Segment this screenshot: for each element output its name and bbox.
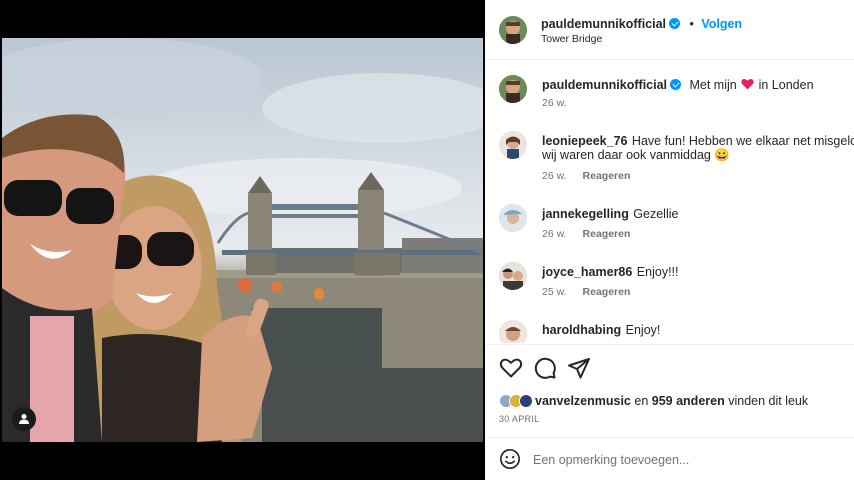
comment-composer (485, 437, 854, 480)
comment-username[interactable]: jannekegelling (542, 207, 629, 221)
reply-button[interactable]: Reageren (583, 170, 631, 182)
follow-button[interactable]: Volgen (701, 17, 742, 31)
header-title-row: pauldemunnikofficial • Volgen (541, 15, 742, 33)
comment-text-line2: wij waren daar ook vanmiddag 😀 (542, 148, 730, 162)
verified-icon (670, 79, 682, 90)
comment-text: Enjoy!!! (636, 265, 679, 279)
comment-button[interactable] (533, 356, 557, 380)
verified-icon (669, 18, 681, 29)
post-actions-bar (485, 344, 854, 390)
likes-count[interactable]: 959 anderen (652, 394, 725, 408)
comment-text: Enjoy! (625, 323, 661, 337)
comment-username[interactable]: joyce_hamer86 (542, 265, 632, 279)
heart-icon (499, 358, 523, 378)
commenter-avatar[interactable] (499, 131, 527, 159)
commenter-avatar[interactable] (499, 320, 527, 343)
author-avatar[interactable] (499, 75, 527, 103)
comment-text: Gezellie (633, 207, 679, 221)
caption-username[interactable]: pauldemunnikofficial (542, 78, 667, 92)
comment-meta: 26 w. Reageren (542, 228, 630, 240)
comment-time: 26 w. (542, 228, 567, 240)
share-button[interactable] (567, 356, 591, 380)
comment-username[interactable]: haroldhabing (542, 323, 621, 337)
caption-text-end: in Londen (758, 78, 814, 92)
tag-user-icon (19, 414, 29, 424)
location-link[interactable]: Tower Bridge (541, 33, 602, 45)
reply-button[interactable]: Reageren (583, 286, 631, 298)
likes-summary: vanvelzenmusic en 959 anderen vinden dit… (535, 394, 808, 408)
comments-list[interactable]: pauldemunnikofficial Met mijn in Londen … (485, 61, 854, 343)
comment-username[interactable]: leoniepeek_76 (542, 134, 627, 148)
caption-time: 26 w. (542, 97, 567, 109)
author-username[interactable]: pauldemunnikofficial (541, 17, 666, 31)
post-media[interactable] (0, 0, 485, 480)
tag-user-button[interactable] (12, 407, 36, 431)
post-details-panel: pauldemunnikofficial • Volgen Tower Brid… (485, 0, 854, 480)
likes-suffix: vinden dit leuk (728, 394, 809, 408)
comment-input[interactable] (533, 450, 833, 470)
comment-meta: 26 w. Reageren (542, 170, 630, 182)
comment-text: Have fun! Hebben we elkaar net misgelope… (631, 134, 854, 148)
post-date: 30 APRIL (499, 414, 540, 424)
likes-joiner: en (634, 394, 649, 408)
post-header: pauldemunnikofficial • Volgen Tower Brid… (485, 0, 854, 60)
comment-icon (534, 357, 556, 379)
commenter-avatar[interactable] (499, 262, 527, 290)
post-photo (2, 38, 483, 442)
reply-button[interactable]: Reageren (583, 228, 631, 240)
comment-meta: 25 w. Reageren (542, 286, 630, 298)
tower-bridge-selfie-image (2, 38, 483, 442)
emoji-icon (500, 449, 520, 469)
comment-time: 26 w. (542, 170, 567, 182)
liker-username[interactable]: vanvelzenmusic (535, 394, 631, 408)
emoji-button[interactable] (499, 448, 523, 472)
separator-dot: • (689, 17, 694, 31)
author-avatar[interactable] (499, 16, 527, 44)
red-heart-emoji-icon (741, 78, 754, 90)
caption-text-start: Met mijn (689, 78, 737, 92)
comment-time: 25 w. (542, 286, 567, 298)
share-icon (568, 358, 590, 379)
liker-avatar (519, 394, 533, 408)
like-button[interactable] (499, 356, 523, 380)
commenter-avatar[interactable] (499, 204, 527, 232)
